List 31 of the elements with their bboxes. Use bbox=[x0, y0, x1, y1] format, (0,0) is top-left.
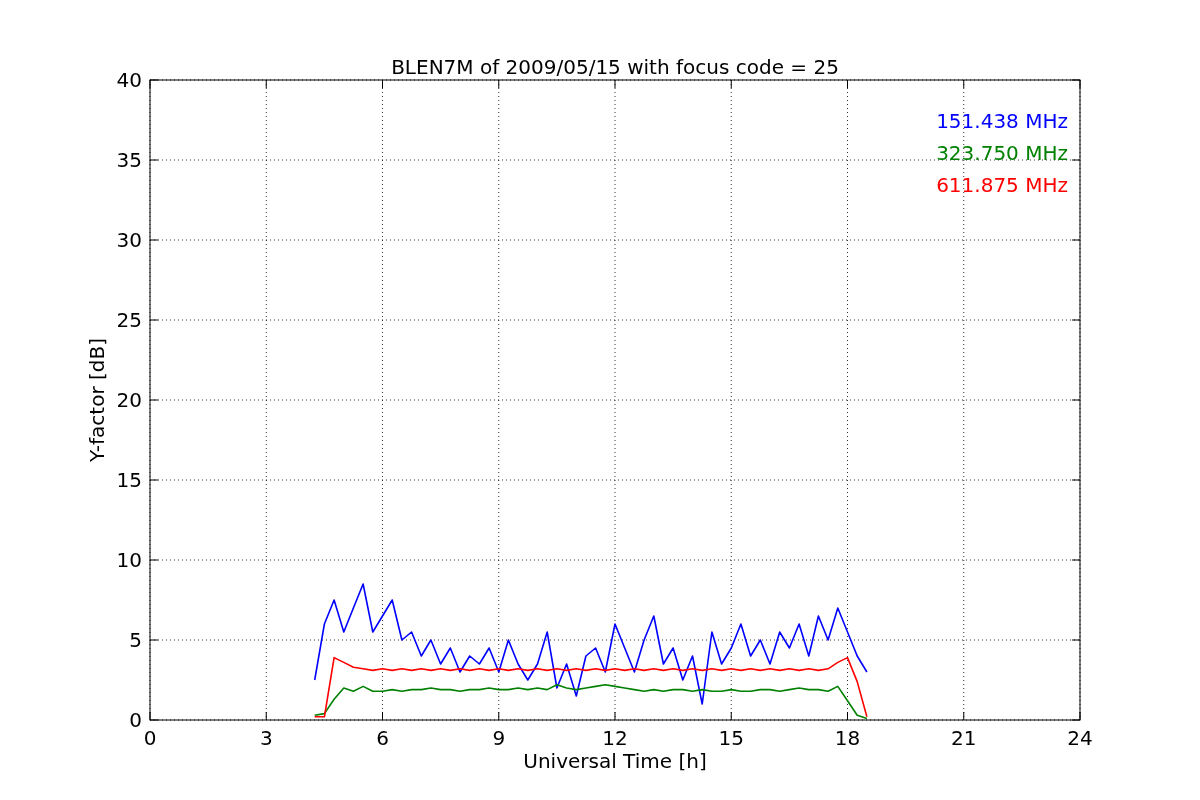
x-axis-label: Universal Time [h] bbox=[523, 749, 707, 773]
x-tick-label: 15 bbox=[718, 726, 744, 750]
tick-mark bbox=[963, 711, 965, 721]
chart-title: BLEN7M of 2009/05/15 with focus code = 25 bbox=[391, 55, 839, 79]
y-tick-label: 15 bbox=[116, 468, 142, 492]
y-tick-label: 20 bbox=[116, 388, 142, 412]
y-tick-label: 30 bbox=[116, 228, 142, 252]
y-tick-label: 40 bbox=[116, 68, 142, 92]
x-tick-label: 0 bbox=[143, 726, 157, 750]
y-tick-label: 25 bbox=[116, 308, 142, 332]
y-tick-label: 5 bbox=[129, 628, 142, 652]
x-tick-label: 24 bbox=[1067, 726, 1093, 750]
x-tick-label: 12 bbox=[602, 726, 628, 750]
x-tick-label: 6 bbox=[376, 726, 389, 750]
y-axis-label: Y-factor [dB] bbox=[85, 338, 109, 462]
y-tick-label: 35 bbox=[116, 148, 142, 172]
legend-label: 611.875 MHz bbox=[936, 173, 1068, 197]
legend-label: 151.438 MHz bbox=[936, 109, 1068, 133]
y-tick-label: 10 bbox=[116, 548, 142, 572]
tick-mark bbox=[847, 711, 848, 721]
x-tick-label: 3 bbox=[259, 726, 273, 750]
tick-mark bbox=[382, 711, 383, 721]
x-tick-label: 18 bbox=[834, 726, 861, 750]
legend-label: 323.750 MHz bbox=[936, 141, 1068, 165]
tick-mark bbox=[614, 711, 616, 721]
tick-mark bbox=[730, 711, 732, 721]
y-tick-label: 0 bbox=[129, 708, 142, 732]
x-tick-label: 9 bbox=[492, 726, 506, 750]
x-tick-label: 21 bbox=[951, 726, 977, 750]
tick-mark bbox=[498, 711, 500, 721]
tick-mark bbox=[265, 711, 267, 721]
